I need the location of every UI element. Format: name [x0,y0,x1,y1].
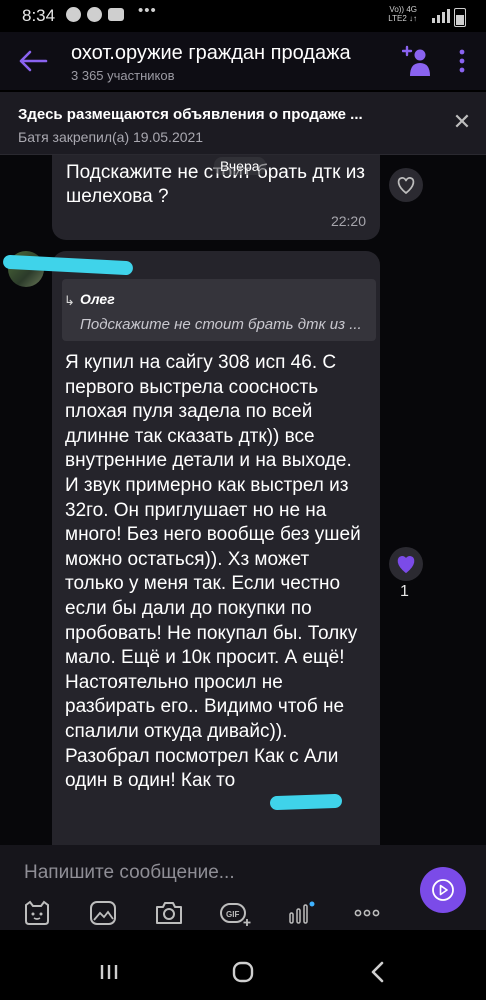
participant-count: 3 365 участников [71,68,175,83]
heart-filled-icon [397,556,415,573]
message-composer: GIF [0,845,486,930]
gallery-icon[interactable] [88,899,118,927]
youtube-icon [108,8,124,21]
more-menu-icon[interactable] [455,48,469,74]
more-options-icon[interactable] [352,899,382,927]
sticker-icon[interactable] [22,899,52,927]
network-volte: Vo)) 4G [389,5,417,14]
heart-outline-icon [397,177,415,194]
add-participant-icon[interactable] [402,44,432,78]
quote-text: Подскажите не стоит брать дтк из ... [80,316,362,333]
chat-header: охот.оружие граждан продажа 3 365 участн… [0,32,486,90]
camera-icon[interactable] [154,899,184,927]
status-time: 8:34 [22,6,56,25]
send-button[interactable] [420,867,466,913]
back-nav-icon[interactable] [368,960,388,984]
pinned-message-banner[interactable]: Здесь размещаются объявления о продаже .… [0,92,486,155]
home-icon[interactable] [231,960,255,984]
pinned-message-author: Батя закрепил(а) 19.05.2021 [18,129,204,145]
message-input[interactable] [22,857,406,889]
battery-icon [454,8,466,27]
message-text: Я купил на сайгу 308 исп 46. С первого в… [65,352,361,792]
status-notification-icons [66,7,124,22]
like-button[interactable] [389,168,423,202]
quote-author: Олег [80,291,115,307]
svg-text:GIF: GIF [226,910,239,919]
gif-icon[interactable]: GIF [219,899,253,927]
recent-apps-icon[interactable] [98,962,120,982]
back-arrow-icon[interactable] [18,49,48,73]
reply-quote[interactable]: ↳ Олег Подскажите не стоит брать дтк из … [62,279,376,341]
date-separator: Вчера [214,157,266,175]
close-pinned-icon[interactable]: ✕ [452,111,472,133]
viber-icon [66,7,81,22]
message-time: 22:20 [330,213,366,229]
network-indicator: Vo)) 4G LTE2 ↓↑ [383,5,417,23]
signal-icon [432,9,450,23]
message-list[interactable]: Подскажите не стоит брать дтк из шелехов… [0,155,486,845]
redaction-mark [269,793,343,811]
vk-icon [87,7,102,22]
chat-title[interactable]: охот.оружие граждан продажа [71,42,351,65]
like-button[interactable] [389,547,423,581]
system-navigation-bar [0,930,486,1000]
pinned-message-title: Здесь размещаются объявления о продаже .… [18,106,363,123]
play-icon [432,879,454,901]
voice-message-icon[interactable] [286,899,316,927]
status-bar: 8:34 ••• Vo)) 4G LTE2 ↓↑ [0,0,486,32]
more-notifications-icon: ••• [138,2,157,19]
network-lte: LTE2 ↓↑ [388,14,417,23]
like-count: 1 [400,583,409,600]
reply-arrow-icon: ↳ [64,293,75,308]
